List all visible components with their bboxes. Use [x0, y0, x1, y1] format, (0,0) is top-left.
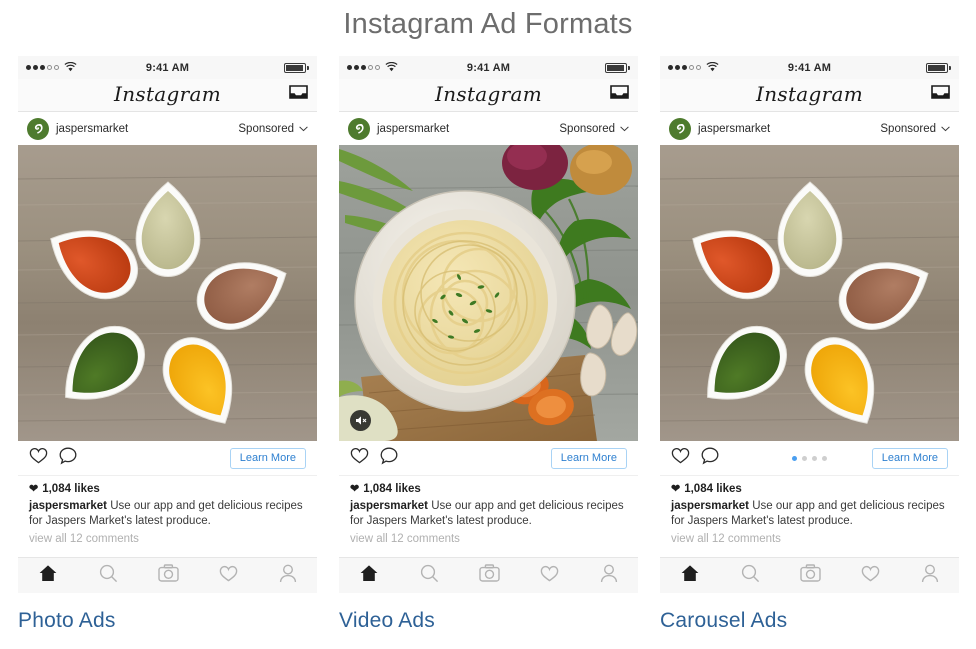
heart-filled-icon: ❤ [350, 482, 360, 495]
inbox-icon[interactable] [610, 85, 629, 105]
profile-row: jaspersmarket Sponsored [339, 112, 638, 145]
caption-area: ❤ 1,084 likes jaspersmarket Use our app … [18, 476, 317, 546]
jaspers-market-logo-icon[interactable] [669, 117, 691, 140]
learn-more-button[interactable]: Learn More [871, 447, 948, 469]
status-bar: 9:41 AM [660, 56, 959, 79]
caption-text: jaspersmarket Use our app and get delici… [350, 499, 627, 529]
caption-author[interactable]: jaspersmarket [350, 500, 428, 512]
sponsored-label: Sponsored [880, 122, 936, 135]
sponsored-label-group[interactable]: Sponsored [559, 123, 629, 135]
status-bar: 9:41 AM [339, 56, 638, 79]
heart-filled-icon: ❤ [29, 482, 39, 495]
activity-heart-icon[interactable] [219, 565, 238, 587]
column-label-video-ads: Video Ads [339, 609, 435, 632]
view-comments-link[interactable]: view all 12 comments [350, 533, 627, 545]
inbox-icon[interactable] [289, 85, 308, 105]
ad-media-video[interactable] [339, 145, 638, 441]
home-icon[interactable] [38, 564, 58, 587]
column-label-carousel-ads: Carousel Ads [660, 609, 788, 632]
status-time: 9:41 AM [466, 61, 511, 74]
action-row: Learn More [339, 441, 638, 476]
phone-mockup-photo: 9:41 AM Instagram jaspersmarket Sponsore… [18, 56, 317, 593]
likes-count: 1,084 likes [363, 483, 421, 495]
app-bar: Instagram [18, 79, 317, 112]
heart-icon[interactable] [350, 447, 369, 469]
bottom-nav [18, 557, 317, 593]
caption-area: ❤ 1,084 likes jaspersmarket Use our app … [339, 476, 638, 546]
app-bar: Instagram [660, 79, 959, 112]
search-icon[interactable] [420, 564, 439, 588]
comment-bubble-icon[interactable] [59, 447, 77, 470]
ad-media-carousel[interactable] [660, 145, 959, 441]
home-icon[interactable] [680, 564, 700, 587]
home-icon[interactable] [359, 564, 379, 587]
camera-icon[interactable] [800, 564, 821, 587]
person-icon[interactable] [279, 564, 297, 588]
heart-filled-icon: ❤ [671, 482, 681, 495]
sponsored-label: Sponsored [559, 122, 615, 135]
heart-icon[interactable] [29, 447, 48, 469]
caption-author[interactable]: jaspersmarket [671, 500, 749, 512]
instagram-wordmark: Instagram [756, 82, 863, 106]
column-photo-ads: 9:41 AM Instagram jaspersmarket Sponsore… [18, 56, 317, 633]
account-handle[interactable]: jaspersmarket [377, 123, 449, 135]
account-handle[interactable]: jaspersmarket [698, 123, 770, 135]
chevron-down-icon [620, 126, 629, 131]
phone-mockup-carousel: 9:41 AM Instagram jaspersmarket Sponsore… [660, 56, 959, 593]
likes-row: ❤ 1,084 likes [350, 483, 627, 495]
likes-count: 1,084 likes [684, 483, 742, 495]
likes-row: ❤ 1,084 likes [671, 483, 948, 495]
learn-more-button[interactable]: Learn More [229, 447, 306, 469]
search-icon[interactable] [99, 564, 118, 588]
chevron-down-icon [299, 126, 308, 131]
camera-icon[interactable] [158, 564, 179, 587]
person-icon[interactable] [600, 564, 618, 588]
person-icon[interactable] [921, 564, 939, 588]
inbox-icon[interactable] [931, 85, 950, 105]
activity-heart-icon[interactable] [861, 565, 880, 587]
caption-area: ❤ 1,084 likes jaspersmarket Use our app … [660, 476, 959, 546]
status-time: 9:41 AM [787, 61, 832, 74]
instagram-wordmark: Instagram [114, 82, 221, 106]
action-row: Learn More [660, 441, 959, 476]
jaspers-market-logo-icon[interactable] [348, 117, 370, 140]
comment-bubble-icon[interactable] [701, 447, 719, 470]
bottom-nav [339, 557, 638, 593]
phone-mockup-video: 9:41 AM Instagram jaspersmarket Sponsore… [339, 56, 638, 593]
chevron-down-icon [941, 126, 950, 131]
bottom-nav [660, 557, 959, 593]
activity-heart-icon[interactable] [540, 565, 559, 587]
account-handle[interactable]: jaspersmarket [56, 123, 128, 135]
heart-icon[interactable] [671, 447, 690, 469]
camera-icon[interactable] [479, 564, 500, 587]
likes-count: 1,084 likes [42, 483, 100, 495]
caption-text: jaspersmarket Use our app and get delici… [671, 499, 948, 529]
search-icon[interactable] [741, 564, 760, 588]
status-time: 9:41 AM [145, 61, 190, 74]
ad-media-photo[interactable] [18, 145, 317, 441]
instagram-wordmark: Instagram [435, 82, 542, 106]
likes-row: ❤ 1,084 likes [29, 483, 306, 495]
page-title: Instagram Ad Formats [343, 8, 633, 40]
status-bar: 9:41 AM [18, 56, 317, 79]
sponsored-label: Sponsored [238, 122, 294, 135]
caption-author[interactable]: jaspersmarket [29, 500, 107, 512]
column-carousel-ads: 9:41 AM Instagram jaspersmarket Sponsore… [660, 56, 959, 633]
learn-more-button[interactable]: Learn More [550, 447, 627, 469]
column-label-photo-ads: Photo Ads [18, 609, 116, 632]
speaker-mute-icon[interactable] [350, 410, 371, 431]
action-row: Learn More [18, 441, 317, 476]
comment-bubble-icon[interactable] [380, 447, 398, 470]
caption-text: jaspersmarket Use our app and get delici… [29, 499, 306, 529]
profile-row: jaspersmarket Sponsored [660, 112, 959, 145]
column-video-ads: 9:41 AM Instagram jaspersmarket Sponsore… [339, 56, 638, 633]
jaspers-market-logo-icon[interactable] [27, 117, 49, 140]
app-bar: Instagram [339, 79, 638, 112]
view-comments-link[interactable]: view all 12 comments [29, 533, 306, 545]
view-comments-link[interactable]: view all 12 comments [671, 533, 948, 545]
profile-row: jaspersmarket Sponsored [18, 112, 317, 145]
sponsored-label-group[interactable]: Sponsored [880, 123, 950, 135]
sponsored-label-group[interactable]: Sponsored [238, 123, 308, 135]
ad-format-columns: 9:41 AM Instagram jaspersmarket Sponsore… [18, 56, 959, 633]
